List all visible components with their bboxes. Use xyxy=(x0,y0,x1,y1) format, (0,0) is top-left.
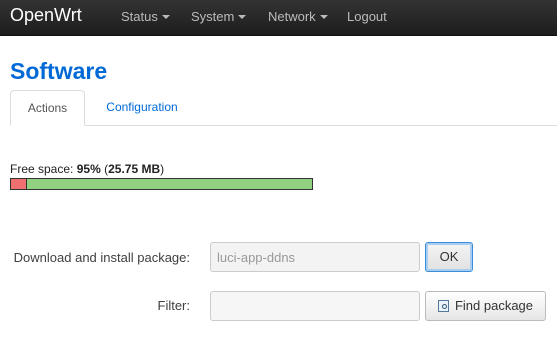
find-package-label: Find package xyxy=(454,298,534,313)
free-space-text: Free space: 95% (25.75 MB) xyxy=(10,162,165,176)
menu-network[interactable]: Network xyxy=(268,9,328,24)
chevron-down-icon xyxy=(319,15,328,19)
free-space-size: 25.75 MB xyxy=(108,162,161,176)
chevron-down-icon xyxy=(161,15,170,19)
chevron-down-icon xyxy=(238,15,247,19)
menu-system-label: System xyxy=(191,9,235,24)
ok-button[interactable]: OK xyxy=(425,242,473,272)
free-space-percent: 95% xyxy=(76,162,101,176)
tab-actions[interactable]: Actions xyxy=(10,90,85,126)
brand-logo[interactable]: OpenWrt xyxy=(10,5,82,26)
filter-input[interactable] xyxy=(210,291,420,321)
menu-logout[interactable]: Logout xyxy=(347,9,387,24)
menu-system[interactable]: System xyxy=(191,9,247,24)
find-package-button[interactable]: Find package xyxy=(425,291,546,321)
top-navbar: OpenWrt Status System Network Logout xyxy=(0,0,557,36)
tabs-divider xyxy=(10,125,557,126)
find-icon xyxy=(437,300,449,312)
menu-status[interactable]: Status xyxy=(121,9,170,24)
install-label: Download and install package: xyxy=(13,250,190,265)
filter-label: Filter: xyxy=(157,298,191,313)
free-space-label: Free space: xyxy=(10,162,74,176)
page-title: Software xyxy=(10,58,108,84)
menu-status-label: Status xyxy=(121,9,158,24)
install-package-input[interactable] xyxy=(210,242,420,272)
tab-configuration[interactable]: Configuration xyxy=(92,90,192,125)
free-space-bar xyxy=(10,178,313,190)
used-space-fill xyxy=(11,179,27,189)
menu-network-label: Network xyxy=(268,9,316,24)
